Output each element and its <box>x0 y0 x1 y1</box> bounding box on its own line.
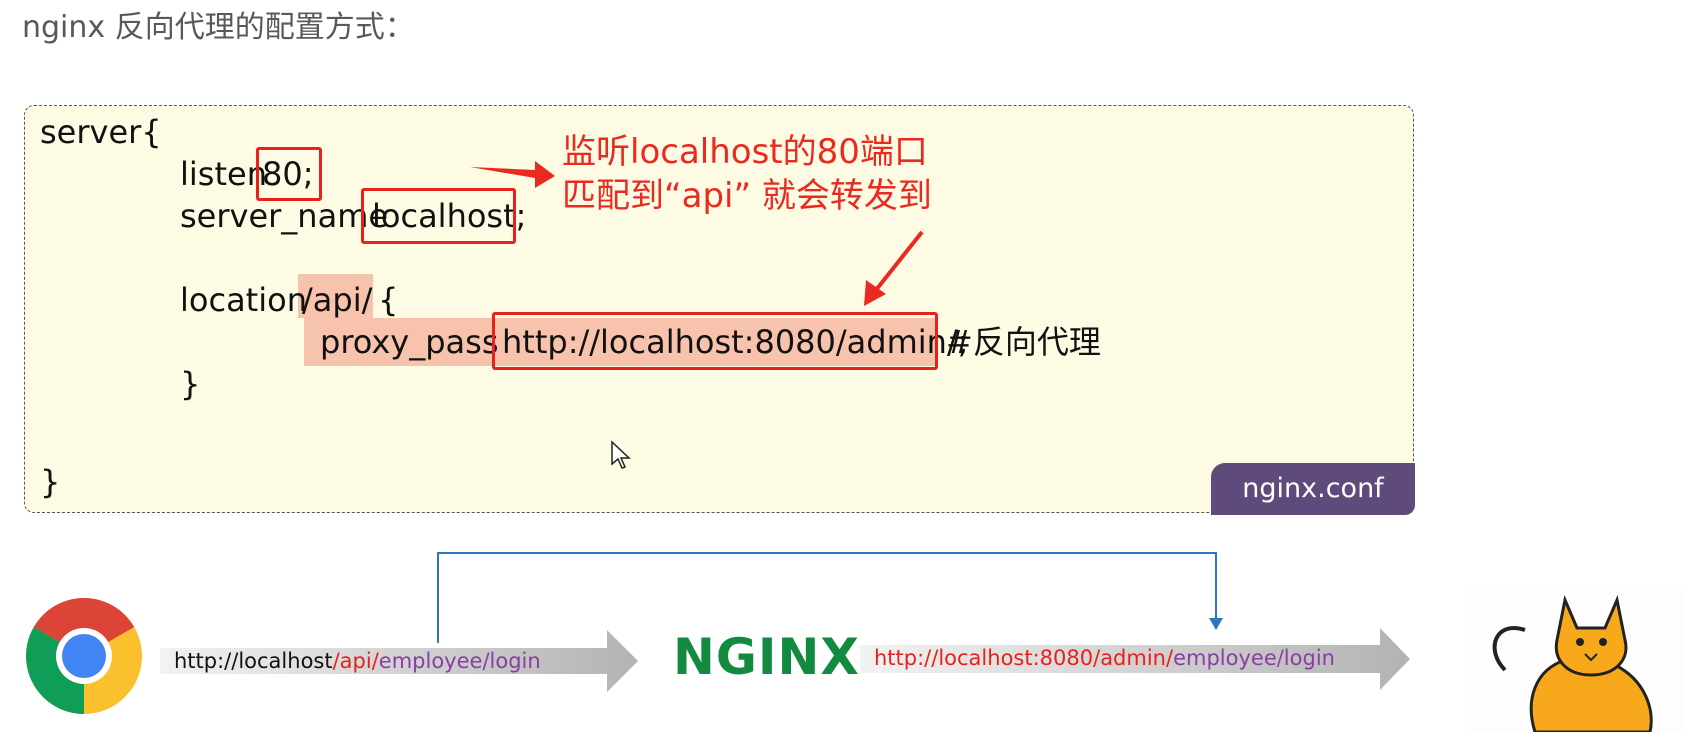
chrome-logo <box>26 598 142 714</box>
forward-url-host: http://localhost:8080/admin/ <box>874 646 1174 670</box>
request-url-api: /api/ <box>332 649 379 673</box>
forward-url-path: employee/login <box>1173 646 1335 670</box>
forward-url: http://localhost:8080/admin/employee/log… <box>874 640 1335 676</box>
request-url: http://localhost/api/employee/login <box>174 643 541 679</box>
request-url-path: employee/login <box>378 649 541 673</box>
flow-arrows <box>160 628 1410 692</box>
request-url-host: http://localhost <box>174 649 333 673</box>
nginx-logo: NGINX <box>673 628 860 686</box>
tomcat-logo <box>1465 590 1683 732</box>
